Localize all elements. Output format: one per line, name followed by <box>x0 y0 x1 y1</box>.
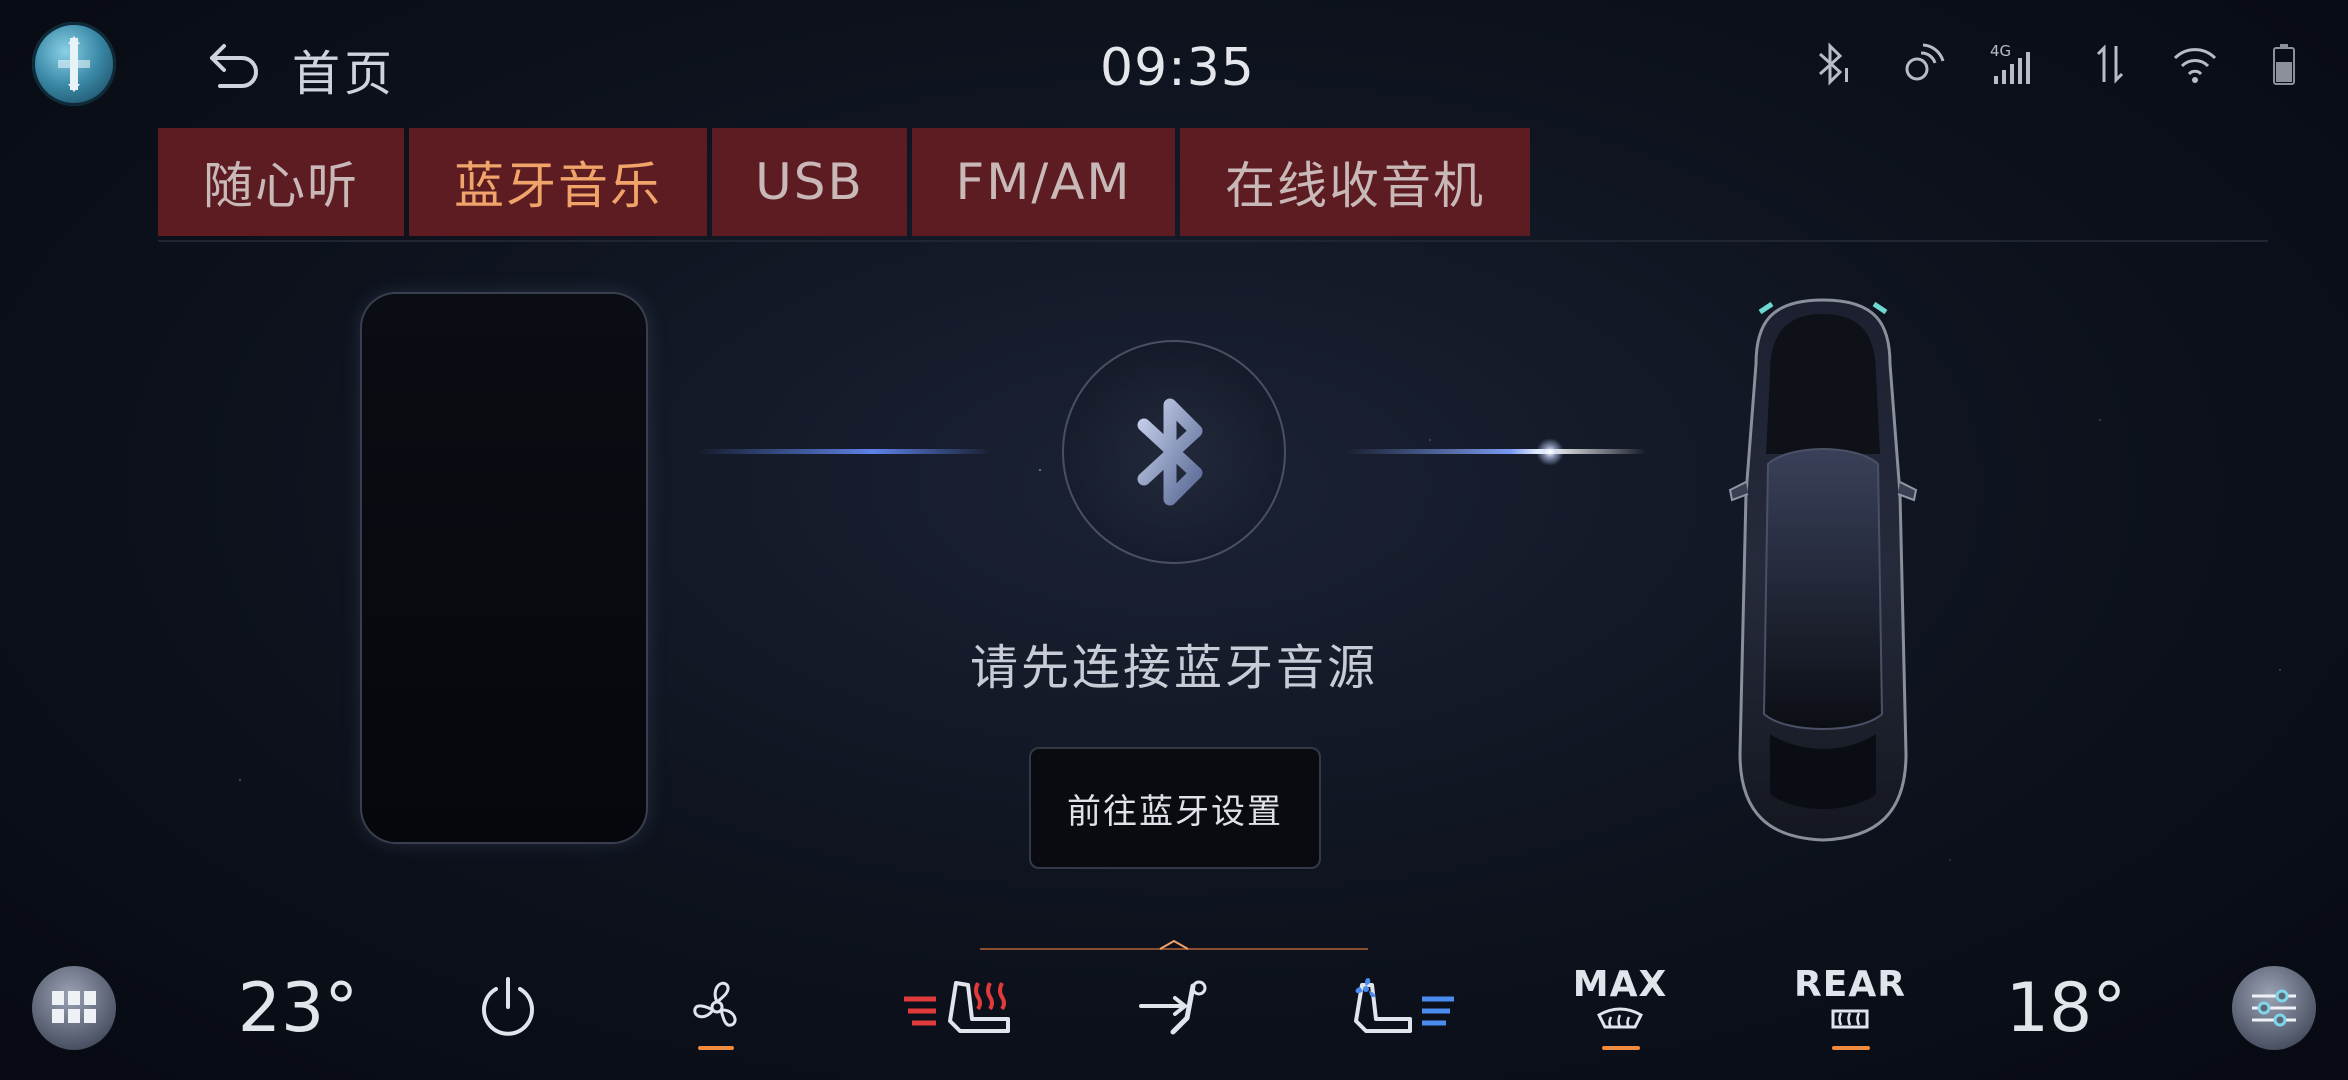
max-defrost-button[interactable]: MAX <box>1570 960 1670 1044</box>
connection-beam-right <box>1346 449 1646 454</box>
goto-bluetooth-settings-button[interactable]: 前往蓝牙设置 <box>1029 747 1321 869</box>
bluetooth-icon <box>1137 398 1203 506</box>
fan-indicator <box>698 1046 734 1050</box>
media-source-tabs: 随心听 蓝牙音乐 USB FM/AM 在线收音机 <box>158 128 1535 236</box>
seat-heating-button[interactable] <box>900 972 1016 1042</box>
rear-defrost-indicator <box>1832 1046 1870 1050</box>
seat-heat-icon <box>904 981 1010 1033</box>
tab-suixinting[interactable]: 随心听 <box>158 128 404 236</box>
rear-defrost-icon <box>1831 1009 1869 1028</box>
apps-grid-button[interactable] <box>32 966 116 1050</box>
tabs-divider <box>158 240 2268 242</box>
clock: 09:35 <box>1100 38 1255 98</box>
brand-emblem-icon <box>58 36 90 92</box>
bluetooth-status-circle <box>1062 340 1286 564</box>
phone-illustration <box>362 294 646 842</box>
tab-usb[interactable]: USB <box>712 128 907 236</box>
climate-panel-handle[interactable] <box>980 936 1368 950</box>
tab-online-radio[interactable]: 在线收音机 <box>1180 128 1530 236</box>
signal-4g-icon: 4G <box>1990 40 2034 88</box>
sliders-icon <box>2252 989 2296 1027</box>
airflow-mode-button[interactable] <box>1136 976 1216 1040</box>
seat-ventilation-button[interactable] <box>1344 972 1460 1042</box>
wifi-icon <box>2172 40 2218 88</box>
network-type-label: 4G <box>1990 42 2012 60</box>
car-top-view-illustration <box>1700 294 1946 846</box>
left-temperature[interactable]: 23° <box>238 966 359 1050</box>
connection-beam-left <box>696 449 992 454</box>
tab-fm-am[interactable]: FM/AM <box>912 128 1175 236</box>
brand-logo-button[interactable] <box>32 22 116 106</box>
home-label[interactable]: 首页 <box>292 34 396 104</box>
rear-defrost-button[interactable]: REAR <box>1792 960 1908 1044</box>
voice-assistant-icon <box>1898 40 1946 88</box>
max-label: MAX <box>1572 963 1668 1005</box>
fan-button[interactable] <box>682 972 752 1042</box>
climate-power-button[interactable] <box>476 972 540 1042</box>
right-temperature[interactable]: 18° <box>2006 966 2127 1050</box>
back-button[interactable] <box>208 40 262 90</box>
light-flare <box>1536 438 1564 466</box>
tab-bluetooth-music[interactable]: 蓝牙音乐 <box>409 128 707 236</box>
data-transfer-icon <box>2090 40 2130 88</box>
front-defrost-icon <box>1597 1007 1643 1028</box>
seat-vent-icon <box>1354 977 1454 1033</box>
max-defrost-indicator <box>1602 1046 1640 1050</box>
battery-icon <box>2268 40 2300 88</box>
connect-prompt: 请先连接蓝牙音源 <box>969 640 1378 696</box>
climate-settings-button[interactable] <box>2232 966 2316 1050</box>
power-icon <box>482 977 534 1036</box>
back-arrow-icon <box>210 44 258 88</box>
fan-icon <box>693 981 737 1027</box>
grid-icon <box>52 991 96 1023</box>
airflow-icon <box>1139 980 1207 1035</box>
bluetooth-icon <box>1810 40 1854 88</box>
rear-label: REAR <box>1794 963 1906 1005</box>
